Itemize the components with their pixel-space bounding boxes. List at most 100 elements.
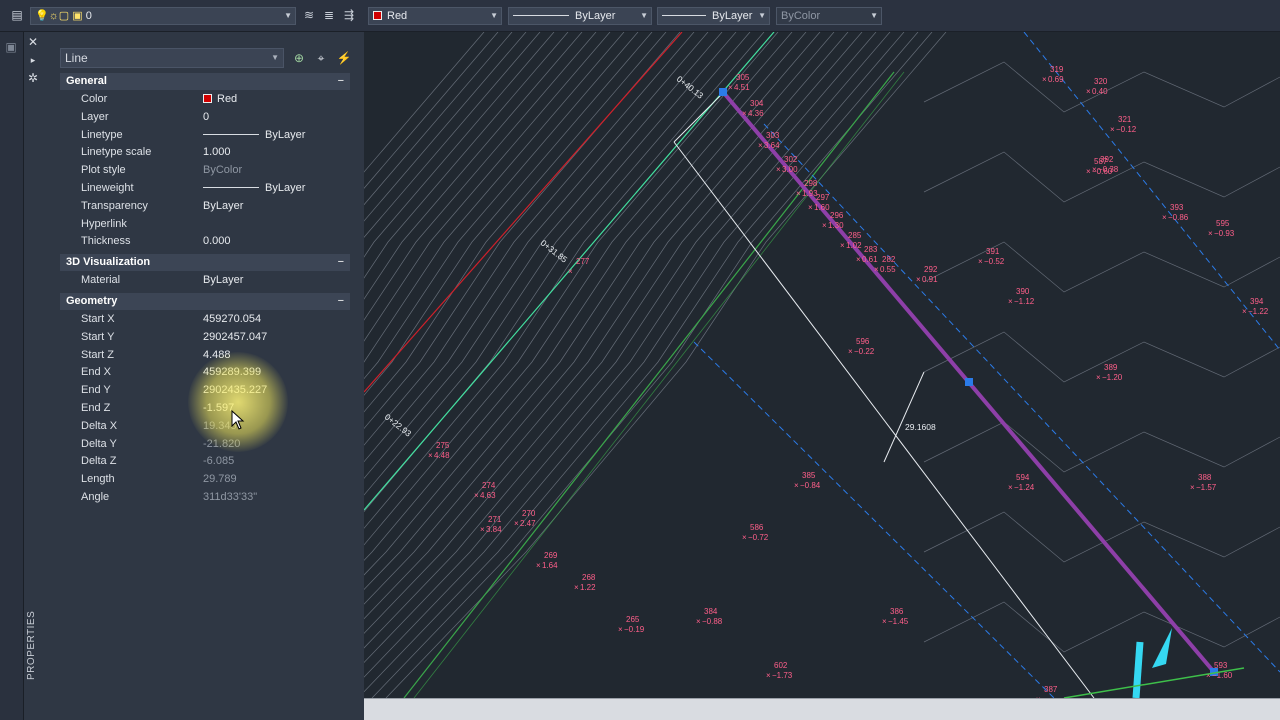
point-marker[interactable]: × <box>1110 125 1115 134</box>
point-number[interactable]: 388 <box>1198 473 1212 482</box>
property-row-linetype-scale[interactable]: Linetype scale 1.000 <box>60 144 350 162</box>
property-row-start-y[interactable]: Start Y 2902457.047 <box>60 329 350 347</box>
property-value[interactable]: ByLayer <box>203 272 243 290</box>
layer-previous-icon[interactable]: ⇶ <box>342 8 356 22</box>
object-type-dropdown[interactable]: Line ▼ <box>60 48 284 68</box>
select-objects-icon[interactable]: ⌖ <box>313 50 329 66</box>
property-value[interactable]: 4.488 <box>203 347 231 365</box>
point-marker[interactable]: × <box>796 189 801 198</box>
point-number[interactable]: 386 <box>890 607 904 616</box>
start-grip[interactable] <box>719 88 727 96</box>
point-number[interactable]: 595 <box>1216 219 1230 228</box>
point-number[interactable]: 285 <box>848 231 862 240</box>
point-number[interactable]: 277 <box>576 257 590 266</box>
match-layer-icon[interactable]: ≣ <box>322 8 336 22</box>
point-number[interactable]: 593 <box>1214 661 1228 670</box>
collapse-icon[interactable]: − <box>338 293 344 310</box>
point-marker[interactable]: × <box>1190 483 1195 492</box>
property-value[interactable]: ByLayer <box>203 198 243 216</box>
point-marker[interactable]: × <box>1086 87 1091 96</box>
property-value[interactable]: -1.597 <box>203 400 234 418</box>
point-marker[interactable]: × <box>1008 297 1013 306</box>
property-row-color[interactable]: Color Red <box>60 91 350 109</box>
close-icon[interactable]: ✕ <box>26 35 40 49</box>
point-marker[interactable]: × <box>840 241 845 250</box>
property-row-start-x[interactable]: Start X 459270.054 <box>60 311 350 329</box>
section-general[interactable]: General − <box>60 73 350 90</box>
point-marker[interactable]: × <box>728 83 733 92</box>
point-number[interactable]: 320 <box>1094 77 1108 86</box>
mid-grip[interactable] <box>965 378 973 386</box>
toggle-pickadd-icon[interactable]: ⊕ <box>291 50 307 66</box>
layer-manager-icon[interactable]: ▤ <box>10 8 24 22</box>
drawing-svg[interactable]: 29.1608 0+40.13 0+31.85 0+22.93 305× 4.51… <box>364 32 1280 698</box>
point-number[interactable]: 602 <box>774 661 788 670</box>
point-number[interactable]: 587 <box>1094 157 1108 166</box>
point-marker[interactable]: × <box>808 203 813 212</box>
point-number[interactable]: 319 <box>1050 65 1064 74</box>
property-value[interactable]: ByLayer <box>203 127 305 145</box>
point-number[interactable]: 387 <box>1044 685 1058 694</box>
section-geometry[interactable]: Geometry − <box>60 293 350 310</box>
property-row-transparency[interactable]: Transparency ByLayer <box>60 198 350 216</box>
autohide-icon[interactable]: ▸ <box>26 53 40 67</box>
point-marker[interactable]: × <box>882 617 887 626</box>
point-number[interactable]: 389 <box>1104 363 1118 372</box>
point-number[interactable]: 283 <box>864 245 878 254</box>
point-number[interactable]: 297 <box>816 193 830 202</box>
point-number[interactable]: 394 <box>1250 297 1264 306</box>
point-marker[interactable]: × <box>474 491 479 500</box>
point-marker[interactable]: × <box>428 451 433 460</box>
property-row-start-z[interactable]: Start Z 4.488 <box>60 347 350 365</box>
point-number[interactable]: 298 <box>804 179 818 188</box>
point-number[interactable]: 384 <box>704 607 718 616</box>
property-row-end-x[interactable]: End X 459289.399 <box>60 364 350 382</box>
point-marker[interactable]: × <box>1086 167 1091 176</box>
point-marker[interactable]: × <box>1008 483 1013 492</box>
point-number[interactable]: 594 <box>1016 473 1030 482</box>
point-number[interactable]: 304 <box>750 99 764 108</box>
dock-tab-icon[interactable]: ▣ <box>4 40 18 54</box>
point-marker[interactable]: × <box>742 533 747 542</box>
drawing-canvas[interactable]: 29.1608 0+40.13 0+31.85 0+22.93 305 × 4.51… <box>364 32 1280 698</box>
point-marker[interactable]: × <box>978 257 983 266</box>
section-3d-visualization[interactable]: 3D Visualization − <box>60 254 350 271</box>
property-value[interactable]: 459289.399 <box>203 364 261 382</box>
property-row-linetype[interactable]: Linetype ByLayer <box>60 127 350 145</box>
point-marker[interactable]: × <box>568 267 573 276</box>
point-marker[interactable]: × <box>776 165 781 174</box>
lineweight-dropdown[interactable]: ByLayer ▼ <box>657 7 770 25</box>
property-value[interactable]: 2902435.227 <box>203 382 267 400</box>
property-row-end-z[interactable]: End Z -1.597 <box>60 400 350 418</box>
point-number[interactable]: 268 <box>582 573 596 582</box>
horizontal-scrollbar[interactable] <box>364 698 1280 720</box>
color-dropdown[interactable]: Red ▼ <box>368 7 502 25</box>
property-row-end-y[interactable]: End Y 2902435.227 <box>60 382 350 400</box>
point-number[interactable]: 390 <box>1016 287 1030 296</box>
point-marker[interactable]: × <box>618 625 623 634</box>
property-row-hyperlink[interactable]: Hyperlink <box>60 216 350 234</box>
property-value[interactable]: 2902457.047 <box>203 329 267 347</box>
palette-settings-icon[interactable]: ✲ <box>26 71 40 85</box>
point-number[interactable]: 596 <box>856 337 870 346</box>
point-marker[interactable]: × <box>766 671 771 680</box>
point-number[interactable]: 269 <box>544 551 558 560</box>
point-marker[interactable]: × <box>822 221 827 230</box>
point-marker[interactable]: × <box>1242 307 1247 316</box>
point-marker[interactable]: × <box>1208 229 1213 238</box>
point-number[interactable]: 275 <box>436 441 450 450</box>
property-value[interactable]: 1.000 <box>203 144 231 162</box>
point-number[interactable]: 586 <box>750 523 764 532</box>
point-marker[interactable]: × <box>794 481 799 490</box>
layer-dropdown[interactable]: 💡☼▢ ▣ 0 ▼ <box>30 7 296 25</box>
property-value[interactable]: ByLayer <box>203 180 305 198</box>
point-marker[interactable]: × <box>1162 213 1167 222</box>
point-marker[interactable]: × <box>848 347 853 356</box>
point-marker[interactable]: × <box>1206 671 1211 680</box>
point-number[interactable]: 274 <box>482 481 496 490</box>
property-value[interactable]: 0.000 <box>203 233 231 251</box>
point-marker[interactable]: × <box>480 525 485 534</box>
property-row-layer[interactable]: Layer 0 <box>60 109 350 127</box>
point-number[interactable]: 265 <box>626 615 640 624</box>
point-marker[interactable]: × <box>696 617 701 626</box>
